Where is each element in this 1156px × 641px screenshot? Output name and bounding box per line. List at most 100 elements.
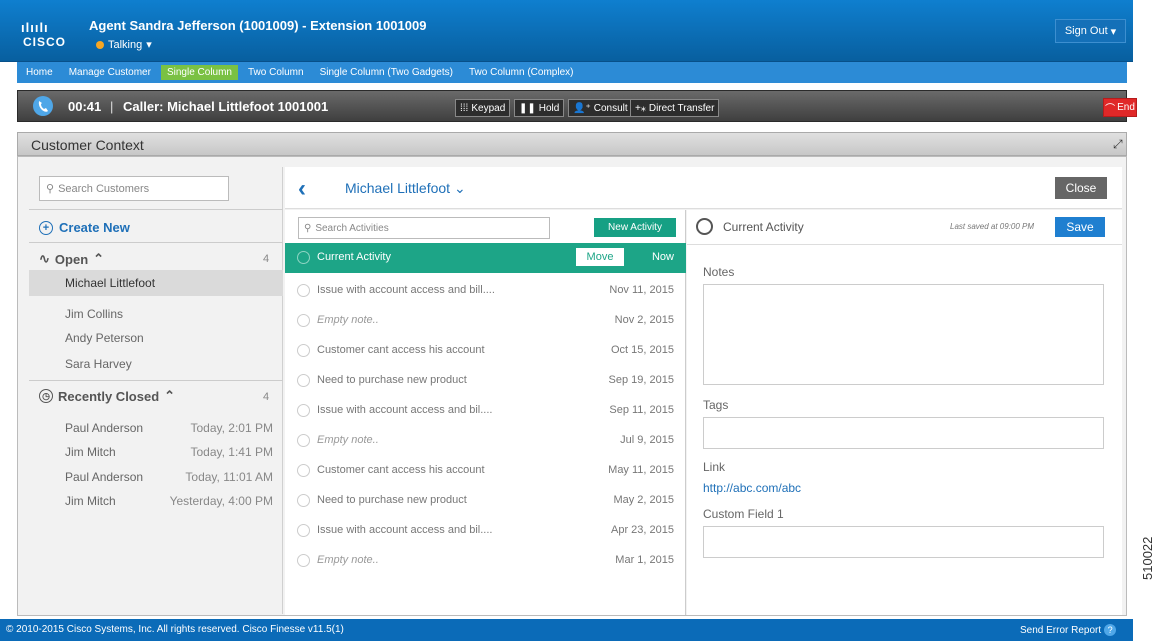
- sign-out-button[interactable]: Sign Out ▾: [1055, 19, 1126, 43]
- closed-customer-item[interactable]: Paul Anderson Today, 2:01 PM: [29, 416, 283, 440]
- activity-date: Sep 11, 2015: [609, 404, 674, 416]
- search-customers-input[interactable]: ⚲ Search Customers: [39, 176, 229, 201]
- hold-button[interactable]: ❚❚ Hold: [514, 99, 565, 117]
- activity-row-current[interactable]: Current Activity Move Now: [285, 243, 686, 273]
- expand-icon[interactable]: ⤢: [1113, 137, 1123, 152]
- create-new-button[interactable]: + Create New: [39, 220, 130, 235]
- open-customer-item[interactable]: Michael Littlefoot: [29, 270, 283, 296]
- closed-customer-name: Paul Anderson: [65, 421, 144, 435]
- open-customer-item[interactable]: Sara Harvey: [29, 351, 283, 377]
- activity-row[interactable]: Empty note.. Nov 2, 2015: [285, 306, 686, 336]
- activity-row[interactable]: Issue with account access and bill.... N…: [285, 276, 686, 306]
- activity-row[interactable]: Issue with account access and bil.... Se…: [285, 396, 686, 426]
- closed-customer-name: Paul Anderson: [65, 470, 144, 484]
- tags-input[interactable]: [703, 417, 1104, 449]
- direct-transfer-button[interactable]: +⁎ Direct Transfer: [630, 99, 720, 117]
- send-error-report-link[interactable]: Send Error Report ?: [1020, 624, 1117, 636]
- activity-label: Customer cant access his account: [317, 344, 485, 356]
- customer-sidebar: ⚲ Search Customers + Create New ∿ Open ⌃…: [29, 167, 283, 614]
- activity-row[interactable]: Empty note.. Mar 1, 2015: [285, 546, 686, 576]
- closed-customer-name: Jim Mitch: [65, 494, 116, 508]
- activity-detail-panel: Current Activity Last saved at 09:00 PM …: [687, 210, 1122, 615]
- tags-label: Tags: [703, 398, 729, 412]
- activity-date: Mar 1, 2015: [615, 554, 674, 566]
- activity-label: Empty note..: [317, 434, 379, 446]
- back-chevron-icon[interactable]: ‹: [298, 175, 306, 203]
- nav-item-single-column[interactable]: Single Column: [160, 65, 238, 80]
- open-section-label: Open: [54, 251, 89, 267]
- link-value[interactable]: http://abc.com/abc: [703, 481, 801, 495]
- send-error-report-label: Send Error Report: [1020, 624, 1102, 636]
- activity-date: Apr 23, 2015: [611, 524, 674, 536]
- custom-field-1-input[interactable]: [703, 526, 1104, 558]
- activity-label: Empty note..: [317, 554, 379, 566]
- agent-status-dropdown[interactable]: Talking ▾: [96, 38, 152, 51]
- activity-row[interactable]: Issue with account access and bil.... Ap…: [285, 516, 686, 546]
- open-customer-item[interactable]: Andy Peterson: [29, 325, 283, 351]
- notes-textarea[interactable]: [703, 284, 1104, 385]
- help-icon: ?: [1104, 624, 1117, 636]
- call-timer: 00:41: [68, 99, 102, 114]
- activity-date: Jul 9, 2015: [620, 434, 674, 446]
- recently-closed-section-header[interactable]: ◷ Recently Closed ⌃: [39, 388, 175, 404]
- activity-date: May 11, 2015: [608, 464, 674, 476]
- keypad-icon: ⁞⁞⁞: [460, 102, 469, 114]
- nav-item-single-column-two-gadgets[interactable]: Single Column (Two Gadgets): [314, 65, 459, 80]
- nav-item-two-column[interactable]: Two Column: [242, 65, 310, 80]
- direct-transfer-label: Direct Transfer: [648, 102, 715, 114]
- hold-label: Hold: [538, 102, 560, 114]
- phone-icon: [297, 284, 310, 297]
- closed-customer-name: Jim Mitch: [65, 445, 116, 459]
- activity-row[interactable]: Need to purchase new product May 2, 2015: [285, 486, 686, 516]
- closed-customer-item[interactable]: Paul Anderson Today, 11:01 AM: [29, 465, 283, 489]
- end-call-button[interactable]: ⌒ End: [1103, 98, 1137, 117]
- closed-customer-time: Yesterday, 4:00 PM: [169, 494, 273, 508]
- activity-pulse-icon: ∿: [39, 251, 50, 266]
- copyright-text: © 2010-2015 Cisco Systems, Inc. All righ…: [6, 624, 344, 635]
- open-count: 4: [263, 253, 270, 265]
- open-customer-item[interactable]: Jim Collins: [29, 301, 283, 327]
- closed-customer-item[interactable]: Jim Mitch Today, 1:41 PM: [29, 440, 283, 464]
- closed-customer-item[interactable]: Jim Mitch Yesterday, 4:00 PM: [29, 489, 283, 513]
- activity-label: Issue with account access and bil....: [317, 404, 493, 416]
- nav-item-home[interactable]: Home: [20, 65, 59, 80]
- phone-icon: [297, 524, 310, 537]
- customer-name-dropdown[interactable]: Michael Littlefoot ⌄: [345, 180, 466, 197]
- activity-label: Issue with account access and bil....: [317, 524, 493, 536]
- new-activity-button[interactable]: New Activity: [594, 218, 676, 237]
- app-header: ılıılı CISCO Agent Sandra Jefferson (100…: [0, 0, 1133, 62]
- activity-detail-title: Current Activity: [723, 220, 804, 234]
- open-section-header[interactable]: ∿ Open ⌃: [39, 251, 104, 267]
- hangup-icon: ⌒: [1105, 104, 1116, 115]
- move-button[interactable]: Move: [576, 248, 624, 266]
- divider: [29, 380, 283, 381]
- phone-icon: [297, 434, 310, 447]
- chevron-up-icon: ⌃: [164, 388, 176, 403]
- divider: [29, 242, 283, 243]
- customer-context-header: Customer Context ⤢: [17, 132, 1127, 156]
- search-activities-input[interactable]: ⚲ Search Activities: [298, 217, 550, 239]
- recently-closed-count: 4: [263, 391, 270, 403]
- close-button[interactable]: Close: [1055, 177, 1107, 199]
- save-button[interactable]: Save: [1055, 217, 1105, 237]
- activity-label: Need to purchase new product: [317, 374, 467, 386]
- keypad-button[interactable]: ⁞⁞⁞ Keypad: [455, 99, 511, 117]
- clock-icon: ◷: [39, 389, 53, 403]
- activity-row[interactable]: Empty note.. Jul 9, 2015: [285, 426, 686, 456]
- cisco-logo-text: CISCO: [23, 35, 67, 49]
- activity-date: Nov 11, 2015: [609, 284, 674, 296]
- figure-id: 510022: [1140, 536, 1155, 580]
- activity-row[interactable]: Need to purchase new product Sep 19, 201…: [285, 366, 686, 396]
- closed-customer-time: Today, 2:01 PM: [190, 421, 274, 435]
- keypad-label: Keypad: [471, 102, 506, 114]
- consult-button[interactable]: 👤⁺ Consult: [568, 99, 633, 117]
- note-icon: [297, 464, 310, 477]
- nav-item-manage-customer[interactable]: Manage Customer: [63, 65, 157, 80]
- chevron-down-icon: ⌄: [453, 180, 466, 196]
- activity-row[interactable]: Customer cant access his account Oct 15,…: [285, 336, 686, 366]
- nav-item-two-column-complex[interactable]: Two Column (Complex): [463, 65, 579, 80]
- recently-closed-label: Recently Closed: [58, 388, 160, 404]
- link-label: Link: [703, 460, 726, 474]
- activity-row[interactable]: Customer cant access his account May 11,…: [285, 456, 686, 486]
- agent-title: Agent Sandra Jefferson (1001009) - Exten…: [89, 18, 427, 33]
